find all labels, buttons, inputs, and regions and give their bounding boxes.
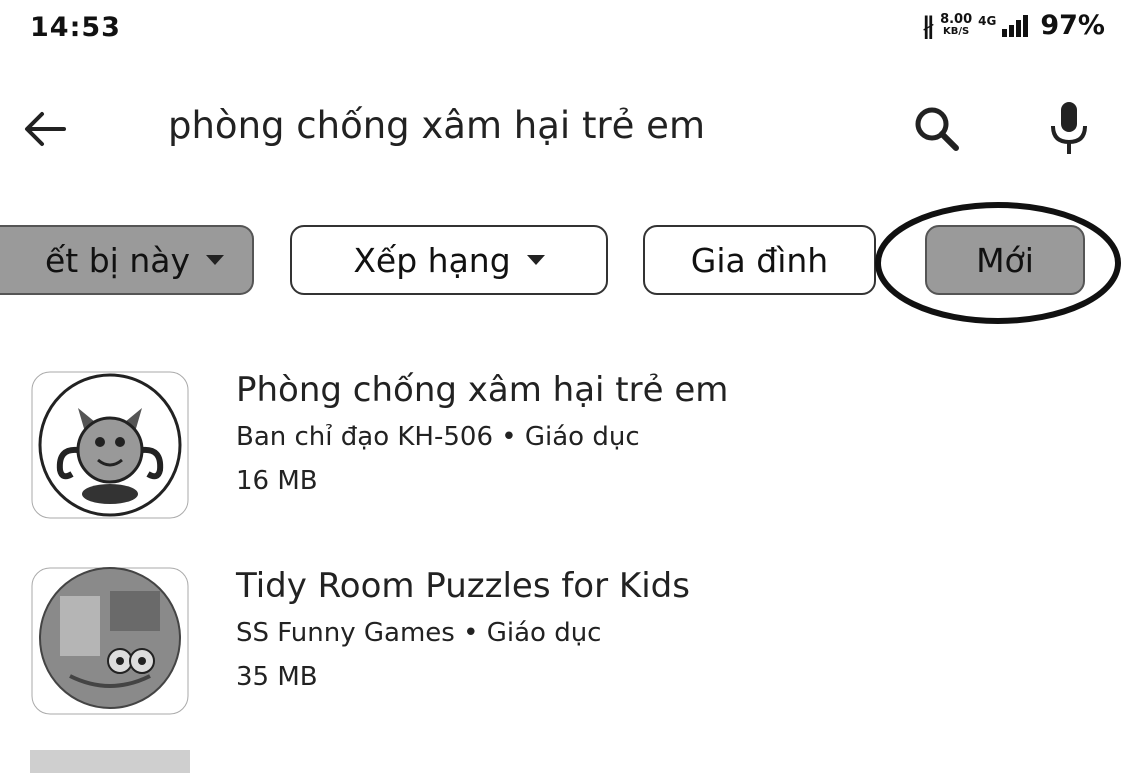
puzzle-room-icon	[31, 567, 189, 715]
bluetooth-icon: ∦	[922, 11, 935, 40]
status-time: 14:53	[30, 12, 121, 43]
app-size: 16 MB	[236, 466, 318, 496]
filter-chip-row: ết bị này Xếp hạng Gia đình Mới	[0, 215, 1127, 305]
app-list-item[interactable]: Phòng chống xâm hại trẻ em Ban chỉ đạo K…	[0, 370, 1127, 540]
app-meta: Ban chỉ đạo KH-506 • Giáo dục	[236, 422, 640, 452]
status-indicators: ∦ 8.00 KB/S 4G 97%	[922, 10, 1105, 41]
chevron-down-icon	[206, 255, 224, 265]
network-speed: 8.00 KB/S	[940, 11, 973, 38]
search-bar: phòng chống xâm hại trẻ em	[0, 90, 1127, 170]
app-developer: SS Funny Games	[236, 618, 455, 648]
app-title: Tidy Room Puzzles for Kids	[236, 566, 690, 606]
search-query[interactable]: phòng chống xâm hại trẻ em	[168, 104, 705, 147]
filter-chip-new[interactable]: Mới	[925, 225, 1085, 295]
app-developer: Ban chỉ đạo KH-506	[236, 422, 493, 452]
app-title: Phòng chống xâm hại trẻ em	[236, 370, 729, 410]
battery-level: 97%	[1040, 10, 1105, 41]
filter-chip-family[interactable]: Gia đình	[643, 225, 876, 295]
filter-chip-rating-label: Xếp hạng	[353, 240, 511, 280]
meta-separator: •	[501, 422, 517, 452]
status-bar: 14:53 ∦ 8.00 KB/S 4G 97%	[0, 0, 1127, 60]
partial-app-icon	[30, 750, 190, 773]
app-list-item[interactable]: Tidy Room Puzzles for Kids SS Funny Game…	[0, 566, 1127, 736]
signal-bars-icon	[1002, 14, 1029, 37]
filter-chip-device[interactable]: ết bị này	[0, 225, 254, 295]
filter-chip-device-label: ết bị này	[44, 240, 190, 280]
app-meta: SS Funny Games • Giáo dục	[236, 618, 601, 648]
search-icon[interactable]	[910, 102, 964, 156]
network-type: 4G	[978, 14, 997, 28]
chevron-down-icon	[526, 255, 545, 265]
network-speed-value: 8.00	[940, 11, 973, 27]
app-list-item-partial[interactable]	[0, 750, 1127, 773]
filter-chip-family-label: Gia đình	[690, 240, 829, 280]
app-size: 35 MB	[236, 662, 318, 692]
network-speed-unit: KB/S	[943, 25, 970, 37]
filter-chip-new-label: Mới	[976, 240, 1034, 280]
app-category: Giáo dục	[524, 422, 640, 452]
app-category: Giáo dục	[486, 618, 602, 648]
microphone-icon[interactable]	[1045, 98, 1093, 158]
arrow-left-icon[interactable]	[18, 102, 72, 156]
meta-separator: •	[463, 618, 479, 648]
filter-chip-rating[interactable]: Xếp hạng	[290, 225, 608, 295]
cartoon-mascot-icon	[31, 371, 189, 519]
